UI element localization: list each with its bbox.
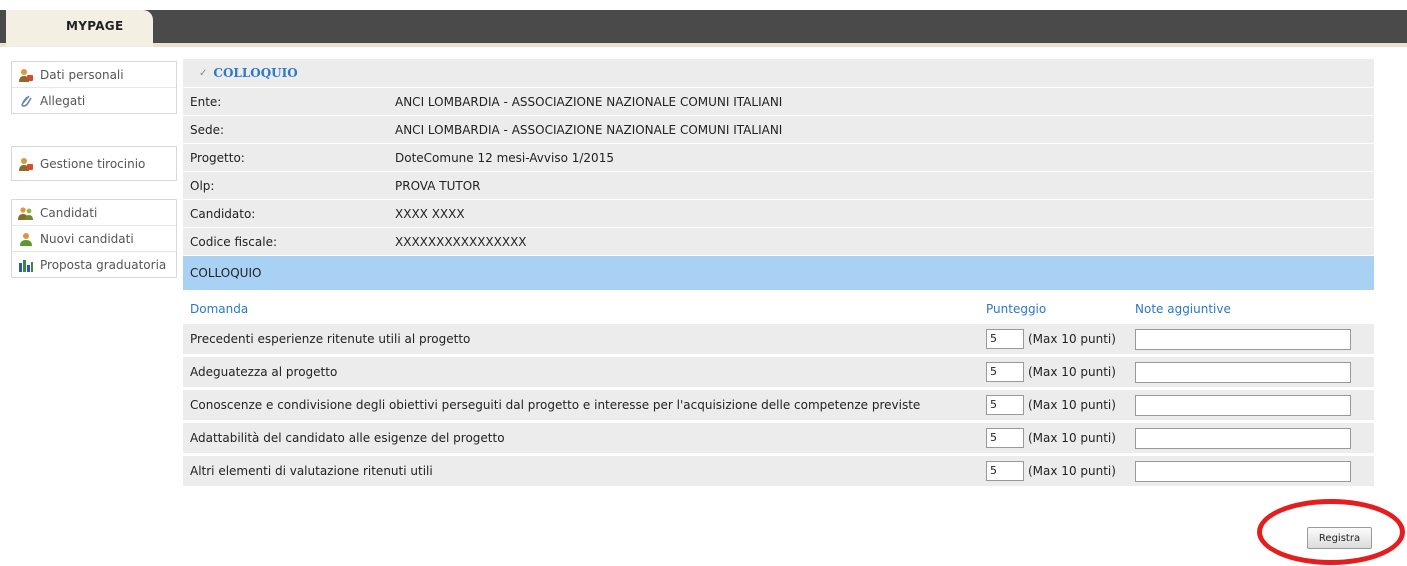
top-nav-bar	[0, 10, 1407, 43]
panel-title: COLLOQUIO	[213, 66, 298, 80]
column-header-note: Note aggiuntive	[1135, 302, 1231, 316]
info-value: ANCI LOMBARDIA - ASSOCIAZIONE NAZIONALE …	[395, 94, 783, 109]
questions-header: Domanda Punteggio Note aggiuntive	[183, 290, 1374, 324]
info-value: ANCI LOMBARDIA - ASSOCIAZIONE NAZIONALE …	[395, 122, 783, 137]
score-max-label: (Max 10 punti)	[1028, 431, 1116, 445]
sidebar-item-label: Proposta graduatoria	[40, 257, 167, 272]
sidebar-item-allegati[interactable]: Allegati	[12, 88, 176, 113]
top-nav-divider	[0, 43, 1407, 47]
question-row: Adeguatezza al progetto 5 (Max 10 punti)	[183, 357, 1374, 390]
sidebar-group-tirocinio: Gestione tirocinio	[11, 146, 177, 181]
note-input[interactable]	[1135, 461, 1351, 482]
tab-mypage[interactable]: MYPAGE	[6, 10, 153, 47]
note-input[interactable]	[1135, 329, 1351, 350]
question-text: Altri elementi di valutazione ritenuti u…	[190, 464, 433, 478]
info-row-progetto: Progetto: DoteComune 12 mesi-Avviso 1/20…	[183, 143, 1374, 171]
score-input[interactable]: 5	[986, 461, 1024, 481]
score-max-label: (Max 10 punti)	[1028, 365, 1116, 379]
registra-button[interactable]: Registra	[1307, 527, 1372, 549]
sidebar-item-gestione-tirocinio[interactable]: Gestione tirocinio	[12, 147, 176, 180]
tab-mypage-label: MYPAGE	[66, 19, 124, 33]
info-value: DoteComune 12 mesi-Avviso 1/2015	[395, 150, 614, 165]
info-label: Sede:	[190, 122, 225, 137]
panel-header: ✓ COLLOQUIO	[183, 59, 1374, 87]
score-max-label: (Max 10 punti)	[1028, 464, 1116, 478]
info-label: Ente:	[190, 94, 222, 109]
info-value: XXXXXXXXXXXXXXXX	[395, 234, 527, 249]
sidebar-item-label: Candidati	[40, 205, 98, 220]
note-input[interactable]	[1135, 395, 1351, 416]
info-row-sede: Sede: ANCI LOMBARDIA - ASSOCIAZIONE NAZI…	[183, 115, 1374, 143]
sidebar-item-nuovi-candidati[interactable]: Nuovi candidati	[12, 226, 176, 252]
note-input[interactable]	[1135, 362, 1351, 383]
note-input[interactable]	[1135, 428, 1351, 449]
info-label: Olp:	[190, 178, 215, 193]
info-row-ente: Ente: ANCI LOMBARDIA - ASSOCIAZIONE NAZI…	[183, 87, 1374, 115]
info-label: Progetto:	[190, 150, 245, 165]
info-label: Codice fiscale:	[190, 234, 277, 249]
question-text: Adattabilità del candidato alle esigenze…	[190, 431, 505, 445]
question-text: Adeguatezza al progetto	[190, 365, 338, 379]
score-input[interactable]: 5	[986, 395, 1024, 415]
info-label: Candidato:	[190, 206, 256, 221]
info-value: XXXX XXXX	[395, 206, 465, 221]
score-input[interactable]: 5	[986, 428, 1024, 448]
sidebar-item-label: Nuovi candidati	[40, 231, 134, 246]
info-value: PROVA TUTOR	[395, 178, 481, 193]
users-icon	[18, 205, 34, 221]
question-text: Conoscenze e condivisione degli obiettiv…	[190, 398, 921, 412]
score-input[interactable]: 5	[986, 362, 1024, 382]
question-row: Adattabilità del candidato alle esigenze…	[183, 423, 1374, 456]
paperclip-icon	[18, 93, 34, 109]
info-row-candidato: Candidato: XXXX XXXX	[183, 199, 1374, 227]
info-row-olp: Olp: PROVA TUTOR	[183, 171, 1374, 199]
score-input[interactable]: 5	[986, 329, 1024, 349]
check-icon: ✓	[199, 67, 208, 79]
sidebar-group-candidati: Candidati Nuovi candidati Proposta gradu…	[11, 199, 177, 278]
user-edit-icon	[18, 156, 34, 172]
user-icon	[18, 231, 34, 247]
sidebar-item-proposta-graduatoria[interactable]: Proposta graduatoria	[12, 252, 176, 277]
question-row: Conoscenze e condivisione degli obiettiv…	[183, 390, 1374, 423]
section-header: COLLOQUIO	[183, 255, 1374, 290]
question-text: Precedenti esperienze ritenute utili al …	[190, 332, 471, 346]
colloquio-panel: ✓ COLLOQUIO Ente: ANCI LOMBARDIA - ASSOC…	[183, 59, 1374, 489]
bar-chart-icon	[18, 257, 34, 273]
column-header-punteggio: Punteggio	[986, 302, 1047, 316]
sidebar-group-profile: Dati personali Allegati	[11, 61, 177, 114]
sidebar-item-label: Dati personali	[40, 67, 124, 82]
section-title: COLLOQUIO	[190, 266, 262, 280]
sidebar-item-label: Allegati	[40, 93, 86, 108]
score-max-label: (Max 10 punti)	[1028, 398, 1116, 412]
info-row-codice-fiscale: Codice fiscale: XXXXXXXXXXXXXXXX	[183, 227, 1374, 255]
sidebar-item-label: Gestione tirocinio	[40, 156, 146, 171]
question-row: Precedenti esperienze ritenute utili al …	[183, 324, 1374, 357]
question-row: Altri elementi di valutazione ritenuti u…	[183, 456, 1374, 489]
column-header-domanda: Domanda	[190, 302, 249, 316]
user-edit-icon	[18, 67, 34, 83]
score-max-label: (Max 10 punti)	[1028, 332, 1116, 346]
sidebar-item-dati-personali[interactable]: Dati personali	[12, 62, 176, 88]
sidebar-item-candidati[interactable]: Candidati	[12, 200, 176, 226]
